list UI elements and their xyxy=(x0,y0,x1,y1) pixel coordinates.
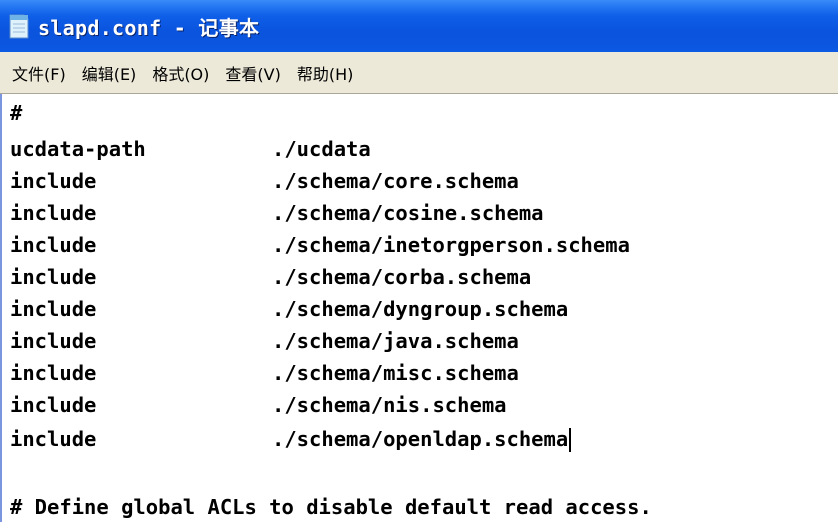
line-value: ./schema/nis.schema xyxy=(272,393,507,417)
line-value: ./schema/java.schema xyxy=(272,329,519,353)
text-caret xyxy=(569,428,572,452)
text-line: include ./schema/nis.schema xyxy=(10,390,507,420)
text-line: include ./schema/openldap.schema xyxy=(10,424,572,454)
line-value: ./schema/misc.schema xyxy=(272,361,519,385)
line-keyword: include xyxy=(10,297,97,321)
text-line: include ./schema/corba.schema xyxy=(10,262,531,292)
menu-view[interactable]: 查看(V) xyxy=(217,57,288,89)
title-bar[interactable]: slapd.conf - 记事本 xyxy=(0,0,838,52)
line-keyword: # xyxy=(10,101,23,125)
text-line: include ./schema/dyngroup.schema xyxy=(10,294,568,324)
text-line: include ./schema/java.schema xyxy=(10,326,519,356)
menu-edit[interactable]: 编辑(E) xyxy=(74,57,145,89)
line-keyword: include xyxy=(10,361,97,385)
menu-file[interactable]: 文件(F) xyxy=(4,57,74,89)
line-value: ./schema/dyngroup.schema xyxy=(272,297,569,321)
line-value: ./schema/openldap.schema xyxy=(272,427,569,451)
text-line: include ./schema/inetorgperson.schema xyxy=(10,230,630,260)
line-keyword: include xyxy=(10,233,97,257)
notepad-icon xyxy=(8,12,30,40)
text-line: ucdata-path ./ucdata xyxy=(10,134,371,164)
line-value: ./schema/corba.schema xyxy=(272,265,532,289)
menu-format[interactable]: 格式(O) xyxy=(144,57,217,89)
text-line: include ./schema/core.schema xyxy=(10,166,519,196)
text-line: include ./schema/misc.schema xyxy=(10,358,519,388)
line-keyword: # Define global ACLs to disable default … xyxy=(10,495,652,519)
text-editor-area[interactable]: # ucdata-path ./ucdata include ./schema/co… xyxy=(0,94,838,522)
menu-bar: 文件(F) 编辑(E) 格式(O) 查看(V) 帮助(H) xyxy=(0,52,838,94)
notepad-window: slapd.conf - 记事本 文件(F) 编辑(E) 格式(O) 查看(V)… xyxy=(0,0,838,522)
text-line: # Define global ACLs to disable default … xyxy=(10,492,652,522)
line-keyword: include xyxy=(10,265,97,289)
window-title: slapd.conf - 记事本 xyxy=(38,15,260,40)
line-keyword: include xyxy=(10,427,97,451)
text-line: # xyxy=(10,98,272,128)
line-value: ./schema/cosine.schema xyxy=(272,201,544,225)
menu-help[interactable]: 帮助(H) xyxy=(289,57,362,89)
line-value: ./schema/inetorgperson.schema xyxy=(272,233,630,257)
line-keyword: include xyxy=(10,329,97,353)
line-keyword: include xyxy=(10,169,97,193)
line-value: ./ucdata xyxy=(272,137,371,161)
line-value: ./schema/core.schema xyxy=(272,169,519,193)
text-line: include ./schema/cosine.schema xyxy=(10,198,544,228)
line-keyword: ucdata-path xyxy=(10,137,146,161)
line-keyword: include xyxy=(10,393,97,417)
line-keyword: include xyxy=(10,201,97,225)
